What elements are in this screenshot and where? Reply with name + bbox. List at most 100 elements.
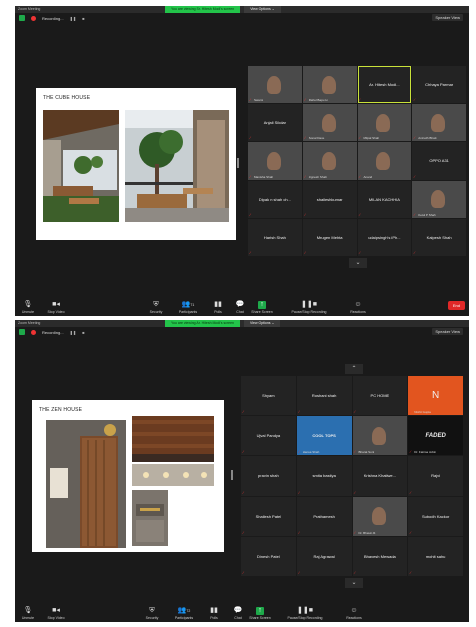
- participant-name: Chhaya Parmar: [425, 82, 454, 88]
- participant-tile[interactable]: Bhavesh Mewada ⁄: [352, 536, 408, 576]
- stop-icon[interactable]: ■: [82, 16, 84, 21]
- participant-tile[interactable]: Mrugen Mehta ⁄: [302, 218, 357, 256]
- participant-tile[interactable]: Chhaya Parmar ⁄: [412, 66, 466, 104]
- participant-tile[interactable]: MILAN KACHHIA ⁄: [357, 180, 412, 218]
- participant-video: [266, 151, 281, 170]
- pause-stop-icon: ❚❚■: [301, 301, 317, 308]
- view-options-button[interactable]: View Options ⌄: [244, 320, 281, 327]
- participant-tile[interactable]: Krishna Khatiwe... ⁄: [352, 456, 408, 496]
- participant-tile[interactable]: ⁄ Rahul Bapu H.: [302, 66, 357, 104]
- speaker-view-button[interactable]: Speaker View: [432, 328, 463, 335]
- pause-icon[interactable]: ❚❚: [70, 330, 77, 335]
- page-down-arrow[interactable]: ⌄: [345, 578, 363, 588]
- share-bar: You are viewing Ar. Hitesh Modi's screen…: [165, 320, 281, 327]
- participant-tile[interactable]: mohit sahu ⁄: [408, 536, 463, 576]
- participant-tile[interactable]: ⁄ Anirudh Bhatt: [412, 104, 466, 142]
- participant-tile[interactable]: COOL TOPS ⁄ Hansa Shah: [296, 416, 352, 456]
- participant-caption: Rahul Bapu H.: [308, 98, 329, 103]
- muted-mic-icon: ⁄: [250, 135, 251, 141]
- muted-mic-icon: ⁄: [304, 97, 306, 103]
- speaker-view-button[interactable]: Speaker View: [432, 14, 463, 21]
- participant-name: Ujval Pandya: [256, 433, 281, 439]
- participants-button[interactable]: 👥71 Participants: [175, 301, 201, 314]
- participant-video: [321, 151, 336, 170]
- view-options-button[interactable]: View Options ⌄: [244, 6, 281, 13]
- security-button[interactable]: ⛨ Security: [143, 301, 169, 314]
- participant-tile[interactable]: FADED ⁄ Dr. Fatima Jobin: [408, 416, 463, 456]
- participant-tile[interactable]: Dinesh Patel ⁄: [241, 536, 296, 576]
- participant-caption: Sonal Dave: [308, 136, 325, 141]
- slide-photo-pendant-lights: [132, 464, 214, 486]
- participant-tile[interactable]: ⁄ Bharat Soni: [352, 416, 408, 456]
- unmute-button[interactable]: 🎙 Unmute: [15, 301, 41, 314]
- stop-video-button[interactable]: ■◂ Stop Video: [43, 607, 69, 620]
- participant-video: [371, 507, 386, 526]
- participant-tile[interactable]: ⁄ Manisha Shah: [248, 142, 302, 180]
- participant-caption: Hansa Shah: [302, 450, 320, 455]
- participant-tile[interactable]: Shailesh Patel ⁄: [241, 496, 296, 536]
- participant-tile[interactable]: pravin shah ⁄: [241, 456, 296, 496]
- participant-caption: Manisha Shah: [254, 174, 274, 179]
- reactions-button[interactable]: ☺ Reactions: [345, 301, 371, 314]
- muted-mic-icon: ⁄: [410, 570, 411, 575]
- participant-tile[interactable]: ⁄ Dr. Bhavin R.: [352, 496, 408, 536]
- recording-label: Recording...: [42, 15, 64, 21]
- participant-tile[interactable]: Rajvi ⁄: [408, 456, 463, 496]
- participant-tile[interactable]: Prathamesh ⁄: [296, 496, 352, 536]
- pause-icon[interactable]: ❚❚: [70, 16, 77, 21]
- participant-tile[interactable]: Harish Shah ⁄: [248, 218, 302, 256]
- page-down-arrow[interactable]: ⌄: [349, 258, 367, 268]
- share-screen-button[interactable]: ↑ Share Screen: [249, 301, 275, 314]
- participant-tile[interactable]: Dipak n shah ch... ⁄: [248, 180, 302, 218]
- participant-name: Ar. Hitesh Modi...: [369, 82, 400, 88]
- participant-tile[interactable]: Raj Agrawal ⁄: [296, 536, 352, 576]
- participant-tile[interactable]: Subodh Kackor ⁄: [408, 496, 463, 536]
- polls-button[interactable]: ▮▮ Polls: [201, 607, 227, 620]
- end-button[interactable]: End: [447, 301, 465, 310]
- muted-mic-icon: ⁄: [243, 449, 244, 455]
- participant-tile[interactable]: N ⁄ Nishit Gupta: [408, 376, 463, 416]
- reactions-button[interactable]: ☺ Reactions: [341, 607, 367, 620]
- slide-photo-wood-panel: [132, 416, 214, 462]
- participant-tile[interactable]: Kalpesh Shah ⁄: [412, 218, 466, 256]
- participant-name: PC HOME: [370, 393, 390, 399]
- participant-tile[interactable]: Ar. Hitesh Modi... ⁄: [357, 66, 412, 104]
- screen-share-banner: You are viewing Ar. Hitesh Modi's screen: [165, 320, 240, 327]
- participant-name: Bhavesh Mewada: [363, 553, 396, 559]
- stop-video-button[interactable]: ■◂ Stop Video: [43, 301, 69, 314]
- microphone-muted-icon: 🎙: [23, 301, 33, 308]
- participant-tile[interactable]: OPPO A31 ⁄: [412, 142, 466, 180]
- splitter-handle[interactable]: [231, 470, 233, 480]
- page-up-arrow[interactable]: ⌃: [345, 364, 363, 374]
- shield-icon[interactable]: [19, 329, 25, 335]
- participant-tile[interactable]: ⁄ Anand: [357, 142, 412, 180]
- muted-mic-icon: ⁄: [359, 211, 361, 217]
- muted-mic-icon: ⁄: [414, 211, 415, 217]
- stop-icon[interactable]: ■: [82, 330, 84, 335]
- muted-mic-icon: ⁄: [410, 449, 411, 455]
- participant-tile[interactable]: ⁄ Milpal Shah: [357, 104, 412, 142]
- reaction-icon: ☺: [354, 301, 362, 308]
- meeting-toolbar: 🎙 Unmute ■◂ Stop Video ⛨ Security 👥71 Partic…: [15, 292, 469, 316]
- participant-tile[interactable]: ⁄ Swami: [248, 66, 302, 104]
- splitter-handle[interactable]: [237, 158, 239, 168]
- share-screen-button[interactable]: ↑ Share Screen: [247, 607, 273, 620]
- participant-tile[interactable]: smita bastiya ⁄: [296, 456, 352, 496]
- participant-tile[interactable]: udaipsingh's iPh... ⁄: [357, 218, 412, 256]
- unmute-button[interactable]: 🎙 Unmute: [15, 607, 41, 620]
- participant-tile[interactable]: PC HOME ⁄: [352, 376, 408, 416]
- participant-tile[interactable]: shaileshkumar ⁄: [302, 180, 357, 218]
- participants-button[interactable]: 👥72 Participants: [171, 607, 197, 620]
- participant-tile[interactable]: Anjali Sikdar ⁄: [248, 104, 302, 142]
- participant-tile[interactable]: Shyam ⁄: [241, 376, 296, 416]
- pause-recording-button[interactable]: ❚❚■ Pause/Stop Recording: [285, 607, 325, 620]
- participant-tile[interactable]: Roshani shah ⁄: [296, 376, 352, 416]
- participant-tile[interactable]: Ujval Pandya ⁄: [241, 416, 296, 456]
- participant-tile[interactable]: ⁄ Sonal Dave: [302, 104, 357, 142]
- participant-video: [376, 113, 391, 132]
- pause-recording-button[interactable]: ❚❚■ Pause/Stop Recording: [289, 301, 329, 314]
- security-button[interactable]: ⛨ Security: [139, 607, 165, 620]
- shield-icon[interactable]: [19, 15, 25, 21]
- participant-tile[interactable]: ⁄ Ketul P Shah: [412, 180, 466, 218]
- participant-tile[interactable]: ⁄ Jignesh Shah: [302, 142, 357, 180]
